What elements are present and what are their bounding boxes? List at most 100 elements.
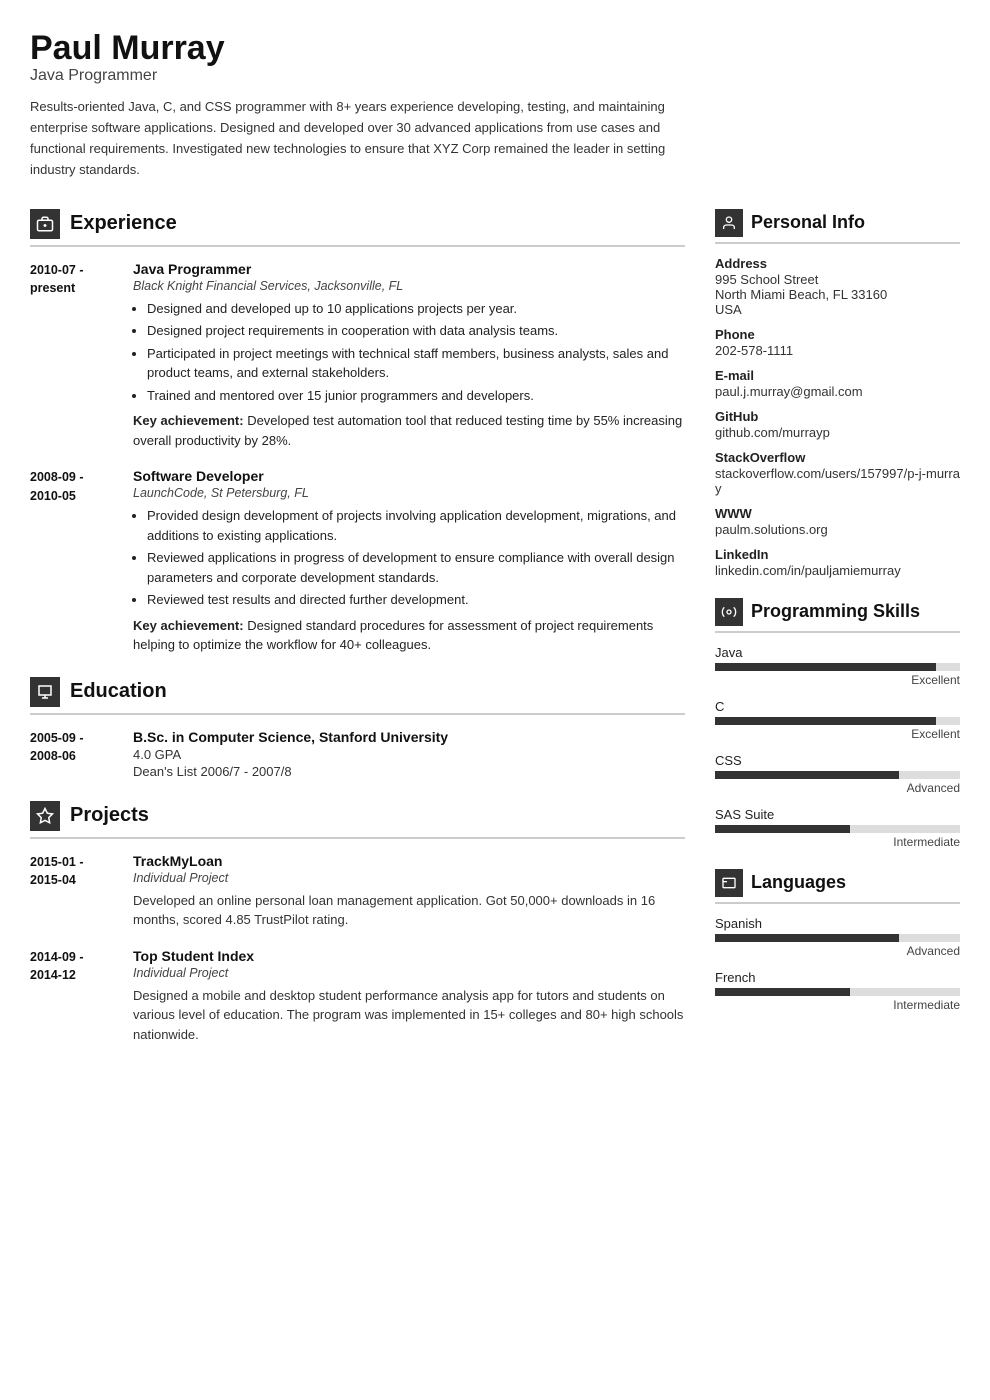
skill-sas: SAS Suite Intermediate xyxy=(715,807,960,849)
education-section-header: Education xyxy=(30,677,685,715)
personal-info-title: Personal Info xyxy=(751,212,865,233)
skill-css-bar-fill xyxy=(715,771,899,779)
personal-info-header: Personal Info xyxy=(715,209,960,244)
lang-french: French Intermediate xyxy=(715,970,960,1012)
phone-item: Phone 202-578-1111 xyxy=(715,327,960,358)
lang-spanish-bar-bg xyxy=(715,934,960,942)
education-entry-1-date: 2005-09 - 2008-06 xyxy=(30,729,115,779)
projects-section-header: Projects xyxy=(30,801,685,839)
lang-french-level: Intermediate xyxy=(715,998,960,1012)
project-entry-1-date: 2015-01 - 2015-04 xyxy=(30,853,115,930)
skill-java: Java Excellent xyxy=(715,645,960,687)
experience-section: Experience 2010-07 - present Java Progra… xyxy=(30,209,685,655)
address-line-3: USA xyxy=(715,302,960,317)
resume-container: Paul Murray Java Programmer Results-orie… xyxy=(0,0,990,1086)
left-column: Experience 2010-07 - present Java Progra… xyxy=(30,209,685,1067)
header-section: Paul Murray Java Programmer Results-orie… xyxy=(30,30,960,181)
address-label: Address xyxy=(715,256,960,271)
skill-c-name: C xyxy=(715,699,960,714)
project-entry-2: 2014-09 - 2014-12 Top Student Index Indi… xyxy=(30,948,685,1045)
header-summary: Results-oriented Java, C, and CSS progra… xyxy=(30,97,680,180)
programming-skills-title: Programming Skills xyxy=(751,601,920,622)
project-entry-2-subtitle: Individual Project xyxy=(133,966,685,980)
experience-title: Experience xyxy=(70,212,177,235)
www-value: paulm.solutions.org xyxy=(715,522,960,537)
experience-entry-1-bullets: Designed and developed up to 10 applicat… xyxy=(133,299,685,406)
experience-entry-2-content: Software Developer LaunchCode, St Peters… xyxy=(133,468,685,655)
projects-icon xyxy=(30,801,60,831)
project-entry-1-title: TrackMyLoan xyxy=(133,853,685,869)
address-line-2: North Miami Beach, FL 33160 xyxy=(715,287,960,302)
lang-spanish-bar-fill xyxy=(715,934,899,942)
education-title: Education xyxy=(70,680,167,703)
experience-entry-2-bullets: Provided design development of projects … xyxy=(133,506,685,610)
bullet-item: Reviewed test results and directed furth… xyxy=(147,590,685,610)
bullet-item: Provided design development of projects … xyxy=(147,506,685,545)
skill-java-bar-fill xyxy=(715,663,936,671)
experience-entry-1-title: Java Programmer xyxy=(133,261,685,277)
experience-icon xyxy=(30,209,60,239)
projects-title: Projects xyxy=(70,804,149,827)
education-section: Education 2005-09 - 2008-06 B.Sc. in Com… xyxy=(30,677,685,779)
right-column: Personal Info Address 995 School Street … xyxy=(715,209,960,1067)
lang-spanish: Spanish Advanced xyxy=(715,916,960,958)
header-title: Java Programmer xyxy=(30,67,960,85)
lang-spanish-name: Spanish xyxy=(715,916,960,931)
education-icon xyxy=(30,677,60,707)
programming-skills-header: Programming Skills xyxy=(715,598,960,633)
skill-css-name: CSS xyxy=(715,753,960,768)
project-entry-2-description: Designed a mobile and desktop student pe… xyxy=(133,986,685,1045)
stackoverflow-label: StackOverflow xyxy=(715,450,960,465)
skill-c-level: Excellent xyxy=(715,727,960,741)
bullet-item: Reviewed applications in progress of dev… xyxy=(147,548,685,587)
languages-header: Languages xyxy=(715,869,960,904)
skill-c-bar-fill xyxy=(715,717,936,725)
bullet-item: Trained and mentored over 15 junior prog… xyxy=(147,386,685,406)
skill-css-bar-bg xyxy=(715,771,960,779)
languages-icon xyxy=(715,869,743,897)
github-value: github.com/murrayp xyxy=(715,425,960,440)
address-item: Address 995 School Street North Miami Be… xyxy=(715,256,960,317)
skill-sas-bar-fill xyxy=(715,825,850,833)
lang-french-bar-bg xyxy=(715,988,960,996)
skill-java-bar-bg xyxy=(715,663,960,671)
skill-css-level: Advanced xyxy=(715,781,960,795)
education-deans-list: Dean's List 2006/7 - 2007/8 xyxy=(133,764,685,779)
two-col-layout: Experience 2010-07 - present Java Progra… xyxy=(30,209,960,1067)
github-item: GitHub github.com/murrayp xyxy=(715,409,960,440)
project-entry-1-subtitle: Individual Project xyxy=(133,871,685,885)
linkedin-value: linkedin.com/in/pauljamiemurray xyxy=(715,563,960,578)
lang-spanish-level: Advanced xyxy=(715,944,960,958)
bullet-item: Designed and developed up to 10 applicat… xyxy=(147,299,685,319)
skill-sas-name: SAS Suite xyxy=(715,807,960,822)
stackoverflow-value: stackoverflow.com/users/157997/p-j-murra… xyxy=(715,466,960,496)
experience-entry-2-date: 2008-09 - 2010-05 xyxy=(30,468,115,655)
project-entry-2-content: Top Student Index Individual Project Des… xyxy=(133,948,685,1045)
linkedin-label: LinkedIn xyxy=(715,547,960,562)
experience-entry-2-title: Software Developer xyxy=(133,468,685,484)
experience-entry-2-subtitle: LaunchCode, St Petersburg, FL xyxy=(133,486,685,500)
experience-entry-2-achievement: Key achievement: Designed standard proce… xyxy=(133,616,685,655)
skill-sas-bar-bg xyxy=(715,825,960,833)
experience-entry-1: 2010-07 - present Java Programmer Black … xyxy=(30,261,685,451)
phone-value: 202-578-1111 xyxy=(715,343,960,358)
experience-entry-1-achievement: Key achievement: Developed test automati… xyxy=(133,411,685,450)
header-name: Paul Murray xyxy=(30,30,960,67)
experience-section-header: Experience xyxy=(30,209,685,247)
experience-entry-1-subtitle: Black Knight Financial Services, Jackson… xyxy=(133,279,685,293)
education-entry-1-content: B.Sc. in Computer Science, Stanford Univ… xyxy=(133,729,685,779)
experience-entry-1-content: Java Programmer Black Knight Financial S… xyxy=(133,261,685,451)
project-entry-1-content: TrackMyLoan Individual Project Developed… xyxy=(133,853,685,930)
programming-skills-section: Programming Skills Java Excellent C Exce… xyxy=(715,598,960,849)
project-entry-2-title: Top Student Index xyxy=(133,948,685,964)
personal-info-section: Personal Info Address 995 School Street … xyxy=(715,209,960,578)
phone-label: Phone xyxy=(715,327,960,342)
www-item: WWW paulm.solutions.org xyxy=(715,506,960,537)
languages-section: Languages Spanish Advanced French Interm… xyxy=(715,869,960,1012)
programming-skills-icon xyxy=(715,598,743,626)
education-entry-1-title: B.Sc. in Computer Science, Stanford Univ… xyxy=(133,729,685,745)
skill-css: CSS Advanced xyxy=(715,753,960,795)
experience-entry-1-date: 2010-07 - present xyxy=(30,261,115,451)
email-value: paul.j.murray@gmail.com xyxy=(715,384,960,399)
experience-entry-2: 2008-09 - 2010-05 Software Developer Lau… xyxy=(30,468,685,655)
